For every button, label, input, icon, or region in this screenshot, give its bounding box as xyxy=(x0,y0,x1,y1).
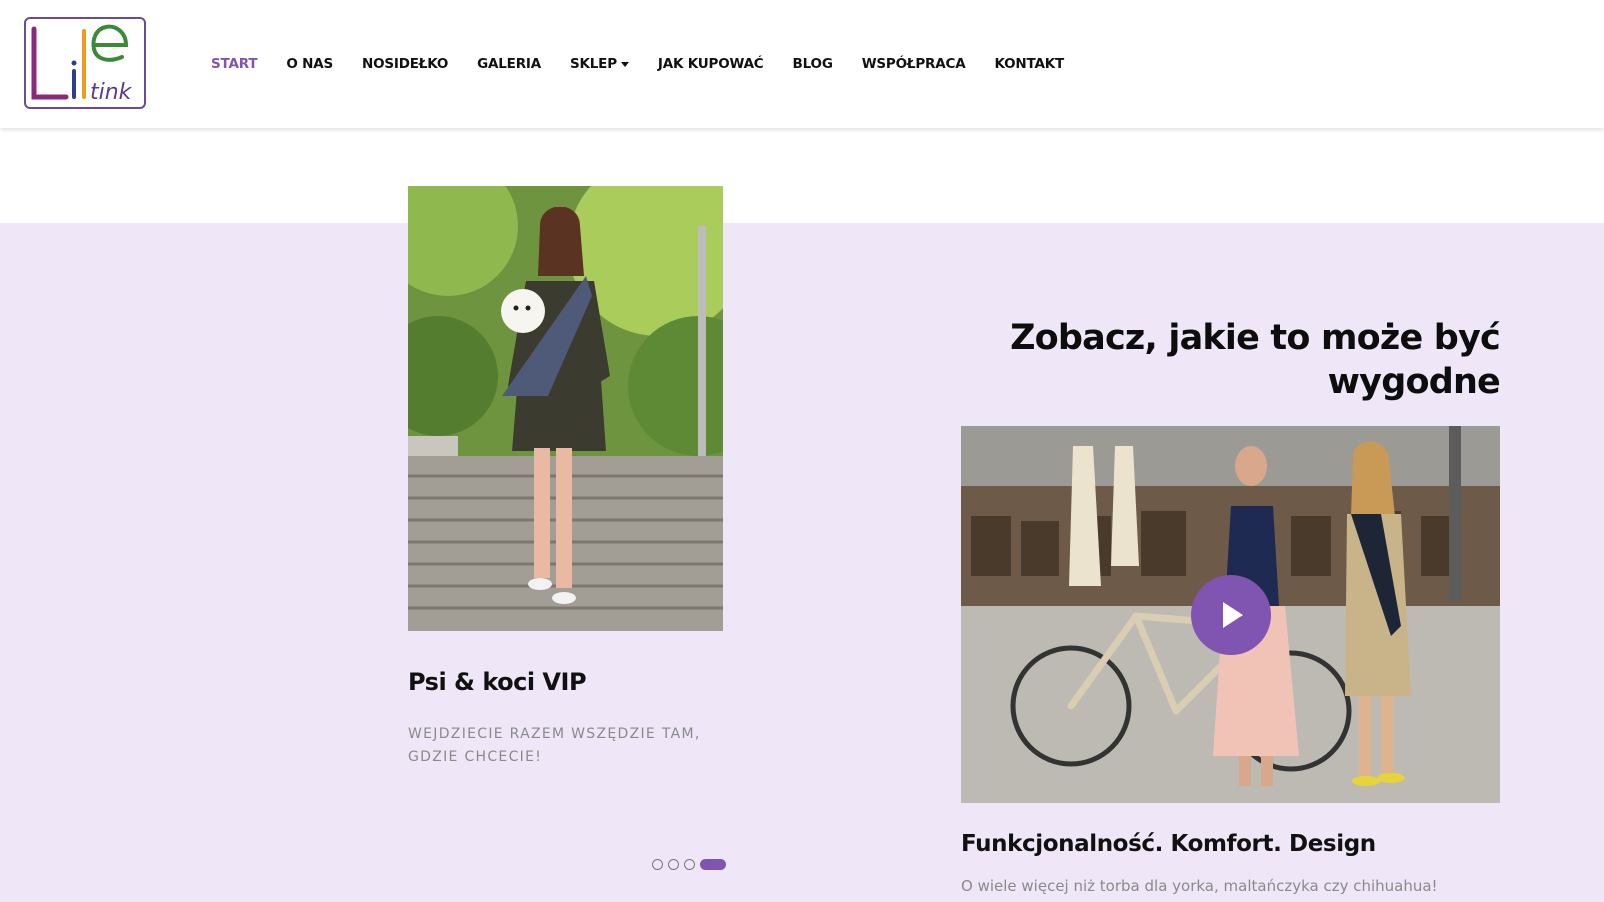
slider-dot-4[interactable] xyxy=(700,859,726,870)
play-icon xyxy=(1223,602,1243,628)
nav-jak-kupowac[interactable]: JAK KUPOWAĆ xyxy=(658,56,764,72)
feature-title: Funkcjonalność. Komfort. Design xyxy=(961,831,1376,857)
site-header: tink START O NAS NOSIDEŁKO GALERIA SKLEP… xyxy=(0,0,1604,128)
nav-nosidelko[interactable]: NOSIDEŁKO xyxy=(362,56,448,72)
slider-dot-2[interactable] xyxy=(668,859,679,870)
slider-dots xyxy=(652,859,726,870)
nav-o-nas[interactable]: O NAS xyxy=(286,56,333,72)
slider-dot-1[interactable] xyxy=(652,859,663,870)
nav-sklep[interactable]: SKLEP xyxy=(570,56,629,72)
nav-wspolpraca[interactable]: WSPÓŁPRACA xyxy=(862,56,966,72)
logo-mark-icon: tink xyxy=(31,24,133,105)
nav-start[interactable]: START xyxy=(211,56,258,72)
svg-text:tink: tink xyxy=(90,80,133,105)
nav-galeria[interactable]: GALERIA xyxy=(477,56,541,72)
video-heading: Zobacz, jakie to może być wygodne xyxy=(1010,318,1501,402)
slide-subtitle: WEJDZIECIE RAZEM WSZĘDZIE TAM, GDZIE CHC… xyxy=(408,726,701,765)
logo[interactable]: tink xyxy=(24,17,146,109)
nav-blog[interactable]: BLOG xyxy=(793,56,833,72)
chevron-down-icon xyxy=(620,61,629,67)
slide-title: Psi & koci VIP xyxy=(408,668,587,696)
main-nav: START O NAS NOSIDEŁKO GALERIA SKLEP JAK … xyxy=(211,50,1093,78)
play-button[interactable] xyxy=(1191,575,1271,655)
nav-kontakt[interactable]: KONTAKT xyxy=(994,56,1064,72)
slide-image[interactable] xyxy=(408,186,723,631)
slider-dot-3[interactable] xyxy=(684,859,695,870)
woman-with-dog-photo xyxy=(408,186,723,631)
nav-sklep-label: SKLEP xyxy=(569,56,617,72)
feature-text: O wiele więcej niż torba dla yorka, malt… xyxy=(961,877,1438,895)
